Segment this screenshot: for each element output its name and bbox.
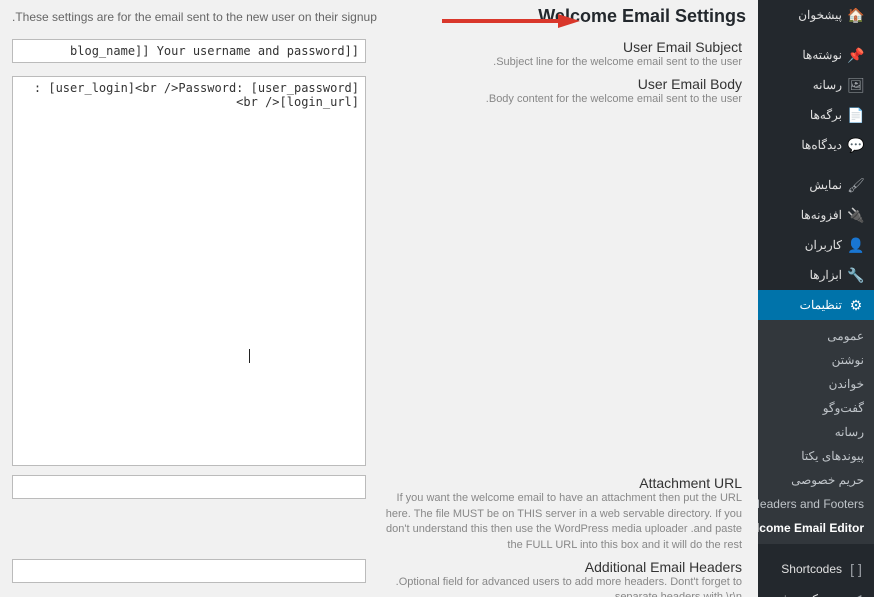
sidebar-item-settings[interactable]: ⚙ تنظیمات	[758, 290, 874, 320]
sidebar-item-label: نوشته‌ها	[762, 48, 842, 62]
submenu-item-privacy[interactable]: حریم خصوصی	[758, 468, 874, 492]
sidebar-item-shortcodes[interactable]: [ ] Shortcodes	[758, 554, 874, 584]
plug-icon: 🔌	[848, 207, 864, 223]
sidebar-item-label: Shortcodes	[762, 562, 842, 576]
field-help: If you want the welcome email to have an…	[370, 491, 742, 553]
submenu-item-general[interactable]: عمومی	[758, 324, 874, 348]
sidebar-item-pages[interactable]: 📄 برگه‌ها	[758, 100, 874, 130]
comment-icon: 💬	[848, 137, 864, 153]
sidebar-item-plugins[interactable]: 🔌 افزونه‌ها	[758, 200, 874, 230]
gear-icon: ⚙	[848, 297, 864, 313]
submenu-item-discussion[interactable]: گفت‌وگو	[758, 396, 874, 420]
submenu-item-writing[interactable]: نوشتن	[758, 348, 874, 372]
text-cursor-icon	[249, 349, 250, 363]
brackets-icon: [ ]	[848, 561, 864, 577]
sidebar-item-appearance[interactable]: 🖌 نمایش	[758, 170, 874, 200]
sidebar-item-label: دیدگاه‌ها	[762, 138, 842, 152]
headers-input[interactable]	[12, 559, 366, 583]
submenu-item-reading[interactable]: خواندن	[758, 372, 874, 396]
field-label: User Email Body	[370, 76, 742, 92]
field-attachment: Attachment URL If you want the welcome e…	[12, 475, 746, 553]
submenu-item-welcome-email-editor[interactable]: Welcome Email Editor	[758, 516, 874, 540]
field-help: .Subject line for the welcome email sent…	[370, 55, 742, 70]
field-label: Additional Email Headers	[370, 559, 742, 575]
sidebar-item-label: رسانه	[762, 78, 842, 92]
attachment-input[interactable]	[12, 475, 366, 499]
sidebar-item-label: کاربران	[762, 238, 842, 252]
field-help: .Body content for the welcome email sent…	[370, 92, 742, 107]
sidebar-item-label: ابزارها	[762, 268, 842, 282]
subject-input[interactable]	[12, 39, 366, 63]
wrench-icon: 🔧	[848, 267, 864, 283]
page-icon: 📄	[848, 107, 864, 123]
sidebar-item-label: برگه‌ها	[762, 108, 842, 122]
field-body: User Email Body .Body content for the we…	[12, 76, 746, 469]
admin-sidebar: 🏠 پیشخوان 📌 نوشته‌ها 🖼 رسانه 📄 برگه‌ها 💬 دیدگ…	[758, 0, 874, 597]
sidebar-item-users[interactable]: 👤 کاربران	[758, 230, 874, 260]
sidebar-item-label: نمایش	[762, 178, 842, 192]
home-icon: 🏠	[848, 7, 864, 23]
sidebar-item-label: افزونه‌ها	[762, 208, 842, 222]
submenu-item-insert-headers[interactable]: Insert Headers and Footers	[758, 492, 874, 516]
field-subject: User Email Subject .Subject line for the…	[12, 39, 746, 70]
body-textarea[interactable]	[12, 76, 366, 466]
sidebar-item-posts[interactable]: 📌 نوشته‌ها	[758, 40, 874, 70]
sidebar-item-comments[interactable]: 💬 دیدگاه‌ها	[758, 130, 874, 160]
media-icon: 🖼	[848, 77, 864, 93]
user-icon: 👤	[848, 237, 864, 253]
page-description: .These settings are for the email sent t…	[12, 10, 377, 24]
submenu-item-media[interactable]: رسانه	[758, 420, 874, 444]
sidebar-item-label: جمع کردن فهرست	[762, 592, 842, 597]
page-header: Welcome Email Settings .These settings a…	[0, 0, 758, 33]
sidebar-item-label: تنظیمات	[762, 298, 842, 312]
field-label: User Email Subject	[370, 39, 742, 55]
field-label: Attachment URL	[370, 475, 742, 491]
brush-icon: 🖌	[848, 177, 864, 193]
sidebar-item-dashboard[interactable]: 🏠 پیشخوان	[758, 0, 874, 30]
field-headers: Additional Email Headers .Optional field…	[12, 559, 746, 597]
field-help: .Optional field for advanced users to ad…	[370, 575, 742, 597]
chevron-left-icon: ◀	[848, 591, 864, 597]
sidebar-item-label: پیشخوان	[762, 8, 842, 22]
submenu-item-permalinks[interactable]: پیوندهای یکتا	[758, 444, 874, 468]
sidebar-item-media[interactable]: 🖼 رسانه	[758, 70, 874, 100]
sidebar-item-tools[interactable]: 🔧 ابزارها	[758, 260, 874, 290]
pin-icon: 📌	[848, 47, 864, 63]
sidebar-collapse[interactable]: ◀ جمع کردن فهرست	[758, 584, 874, 597]
page-title: Welcome Email Settings	[538, 6, 746, 27]
settings-content: Welcome Email Settings .These settings a…	[0, 0, 758, 597]
settings-submenu: عمومی نوشتن خواندن گفت‌وگو رسانه پیوندها…	[758, 320, 874, 544]
